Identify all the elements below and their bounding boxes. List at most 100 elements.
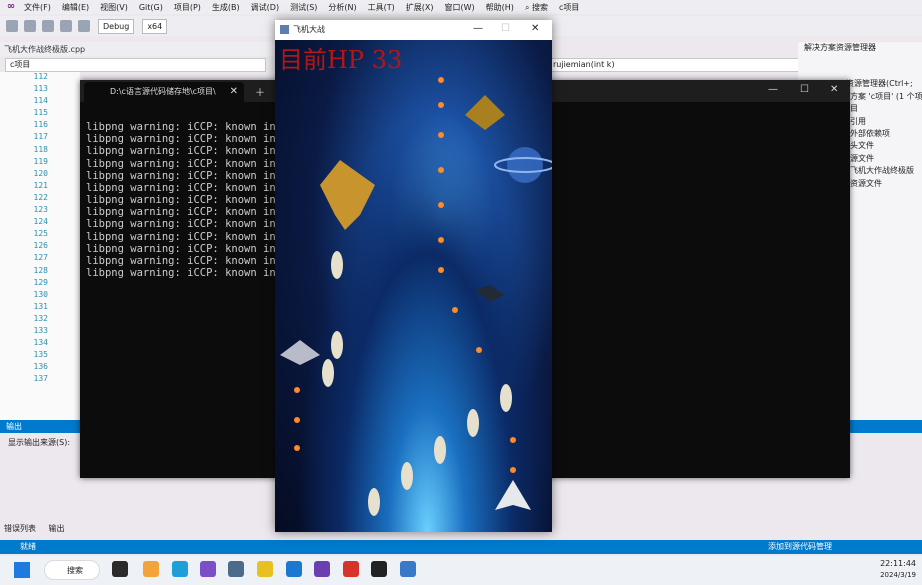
menu-analyze[interactable]: 分析(N) [328,2,356,13]
save-icon[interactable] [60,20,72,32]
boss-plane-icon [320,160,375,230]
terminal-icon[interactable] [371,561,387,577]
taskbar-search[interactable]: 搜索 [44,560,100,580]
console-line: libpng warning: iCCP: known inc [86,145,282,158]
console-output: libpng warning: iCCP: known inc libpng wa… [86,109,282,304]
line-number: 133 [33,325,48,335]
clock-date[interactable]: 2024/3/19 [880,571,916,579]
photos-icon[interactable] [286,561,302,577]
menu-window[interactable]: 窗口(W) [445,2,475,13]
file-tab[interactable]: 飞机大作战终极版.cpp [4,44,85,55]
wps-icon[interactable] [343,561,359,577]
start-icon[interactable] [14,562,30,578]
console-line: libpng warning: iCCP: known inc [86,206,282,219]
close-tab-icon[interactable]: ✕ [230,82,238,102]
new-tab-icon[interactable]: ＋ [255,84,265,99]
open-folder-icon[interactable] [42,20,54,32]
console-line: libpng warning: iCCP: known inc [86,242,282,255]
line-number: 137 [33,374,48,384]
bullet-icon [510,467,516,473]
edge-icon[interactable] [172,561,188,577]
line-number: 126 [33,241,48,251]
close-icon[interactable]: ✕ [531,23,539,34]
missile-icon [322,359,334,387]
menu-project[interactable]: 项目(P) [174,2,201,13]
line-number: 119 [33,156,48,166]
line-number: 122 [33,192,48,202]
close-icon[interactable]: ✕ [830,84,838,95]
missile-icon [331,251,343,279]
line-number: 124 [33,217,48,227]
new-project-icon[interactable] [24,20,36,32]
game-window[interactable]: 飞机大战 — ☐ ✕ 目前HP 33 [275,20,552,532]
tab-error-list[interactable]: 错误列表 [4,524,36,533]
member-select[interactable]: rujiemian(int k) [548,58,804,72]
bullet-icon [438,77,444,83]
enemy-plane-icon [280,340,320,365]
menu-build[interactable]: 生成(B) [212,2,240,13]
task-view-icon[interactable] [112,561,128,577]
missile-icon [401,462,413,490]
menu-view[interactable]: 视图(V) [100,2,128,13]
bullet-icon [294,445,300,451]
missile-icon [331,331,343,359]
menu-test[interactable]: 测试(S) [290,2,317,13]
maximize-icon[interactable]: ☐ [800,84,809,95]
console-tab-title: D:\c语言源代码储存地\c项目\ [110,87,216,96]
vs-search[interactable]: ⌕ 搜索 [525,2,548,13]
line-number: 128 [33,265,48,275]
hp-display: 目前HP 33 [279,46,403,74]
back-icon[interactable] [6,20,18,32]
visual-studio-icon[interactable] [200,561,216,577]
add-source-control[interactable]: 添加到源代码管理 [768,540,832,554]
scope-select[interactable]: c项目 [5,58,266,72]
missile-icon [500,384,512,412]
menu-help[interactable]: 帮助(H) [486,2,514,13]
bullet-icon [438,167,444,173]
vs-alt-icon[interactable] [314,561,330,577]
missile-icon [368,488,380,516]
line-number: 116 [33,120,48,130]
line-number: 112 [33,72,48,81]
minimize-icon[interactable]: — [768,84,778,95]
line-number: 135 [33,350,48,360]
clock-time[interactable]: 22:11:44 [880,559,916,568]
bullets [294,77,516,473]
game-canvas[interactable]: 目前HP 33 [275,40,552,532]
status-ready: 就绪 [20,542,36,551]
notes-icon[interactable] [257,561,273,577]
game-titlebar: 飞机大战 — ☐ ✕ [275,20,552,40]
planet-icon [507,147,543,183]
game-app-icon[interactable] [400,561,416,577]
menu-tools[interactable]: 工具(T) [368,2,395,13]
tab-output[interactable]: 输出 [49,524,65,533]
bullet-icon [452,307,458,313]
console-line: libpng warning: iCCP: known inc [86,121,282,134]
line-number: 129 [33,277,48,287]
console-line: libpng warning: iCCP: known inc [86,218,282,231]
bullet-icon [438,202,444,208]
menu-extensions[interactable]: 扩展(X) [406,2,434,13]
output-source-label: 显示输出来源(S): [8,438,71,447]
undo-icon[interactable] [78,20,90,32]
enemy-jet-icon [465,95,505,130]
missile-icon [434,436,446,464]
console-line: libpng warning: iCCP: known inc [86,254,282,267]
console-tab[interactable]: D:\c语言源代码储存地\c项目\ ✕ [84,82,244,102]
menu-git[interactable]: Git(G) [139,3,163,12]
menu-debug[interactable]: 调试(D) [251,2,279,13]
bullet-icon [510,437,516,443]
bottom-tabs: 错误列表 输出 [4,523,65,534]
bullet-icon [438,102,444,108]
menu-edit[interactable]: 编辑(E) [62,2,89,13]
line-number: 136 [33,362,48,372]
windows-taskbar: 搜索 22:11:44 2024/3/19 [0,556,922,585]
platform-select[interactable]: x64 [142,18,168,34]
bullet-icon [294,387,300,393]
minimize-icon[interactable]: — [473,23,483,34]
console-line: libpng warning: iCCP: known inc [86,267,282,280]
calculator-icon[interactable] [228,561,244,577]
menu-file[interactable]: 文件(F) [24,2,51,13]
weather-icon[interactable] [143,561,159,577]
config-select[interactable]: Debug [98,18,135,34]
